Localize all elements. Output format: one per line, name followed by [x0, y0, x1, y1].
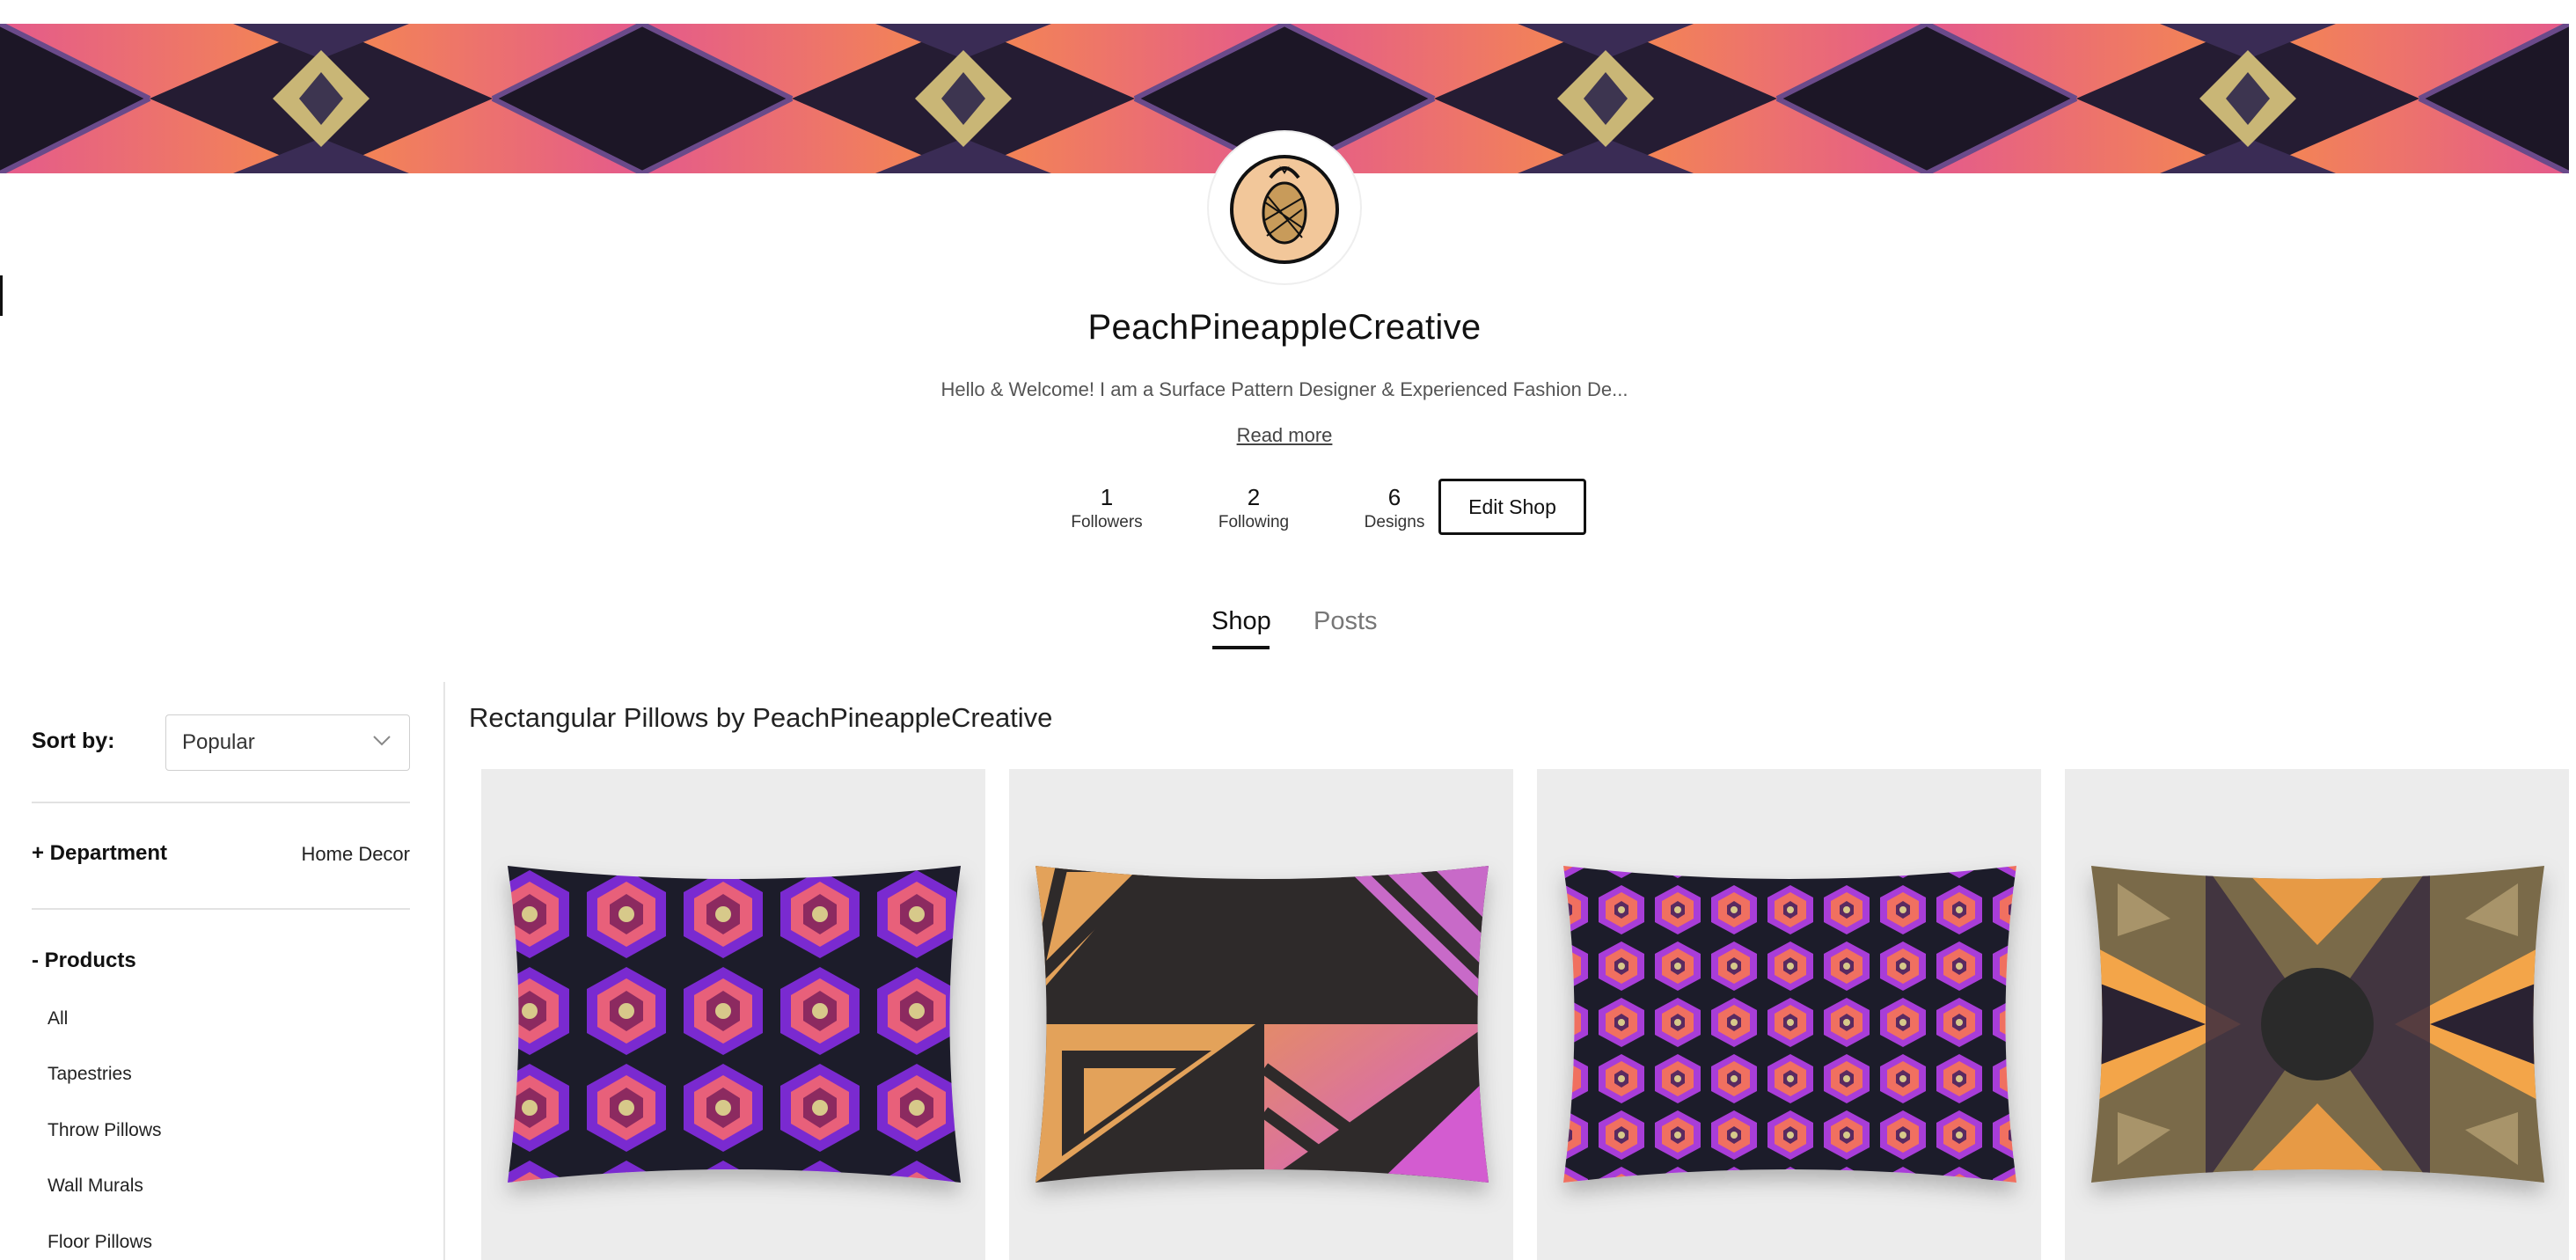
stat-value: 6 — [1387, 484, 1401, 510]
stat-designs[interactable]: 6 Designs — [1342, 482, 1447, 533]
active-tab-indicator — [1212, 646, 1270, 649]
product-card[interactable] — [2065, 769, 2569, 1260]
product-card[interactable] — [1009, 769, 1513, 1260]
shop-avatar[interactable] — [1209, 132, 1360, 283]
product-filter-all[interactable]: All — [48, 1008, 68, 1029]
divider — [32, 802, 410, 803]
divider — [32, 908, 410, 910]
department-value: Home Decor — [301, 843, 410, 865]
stat-followers[interactable]: 1 Followers — [1054, 482, 1160, 533]
stat-label: Following — [1218, 513, 1290, 531]
product-filter-wall-murals[interactable]: Wall Murals — [48, 1176, 143, 1197]
tab-posts[interactable]: Posts — [1314, 607, 1378, 636]
product-filter-throw-pillows[interactable]: Throw Pillows — [48, 1120, 162, 1141]
shop-name: PeachPineappleCreative — [1087, 308, 1482, 347]
stat-value: 1 — [1100, 484, 1114, 510]
read-more-link[interactable]: Read more — [1237, 424, 1333, 446]
section-title: Rectangular Pillows by PeachPineappleCre… — [469, 702, 1053, 733]
stat-label: Designs — [1364, 513, 1425, 531]
read-more-link-wrap: Read more — [0, 424, 2569, 447]
department-toggle[interactable]: + Department — [32, 841, 167, 866]
product-card[interactable] — [481, 769, 985, 1260]
stat-value: 2 — [1247, 484, 1261, 510]
chevron-down-icon — [372, 735, 392, 751]
sort-select[interactable]: Popular — [165, 714, 410, 771]
product-filter-tapestries[interactable]: Tapestries — [48, 1064, 132, 1085]
sidebar-divider — [443, 682, 445, 1260]
top-strip — [0, 0, 2576, 24]
sort-label: Sort by: — [32, 729, 115, 753]
stat-following[interactable]: 2 Following — [1201, 482, 1306, 533]
product-card[interactable] — [1537, 769, 2041, 1260]
edit-shop-button[interactable]: Edit Shop — [1438, 479, 1586, 535]
tab-shop[interactable]: Shop — [1211, 607, 1271, 636]
product-filter-floor-pillows[interactable]: Floor Pillows — [48, 1232, 152, 1253]
stat-label: Followers — [1071, 513, 1143, 531]
sort-value: Popular — [182, 730, 255, 754]
products-toggle[interactable]: - Products — [32, 949, 136, 973]
shop-bio: Hello & Welcome! I am a Surface Pattern … — [940, 378, 1628, 400]
